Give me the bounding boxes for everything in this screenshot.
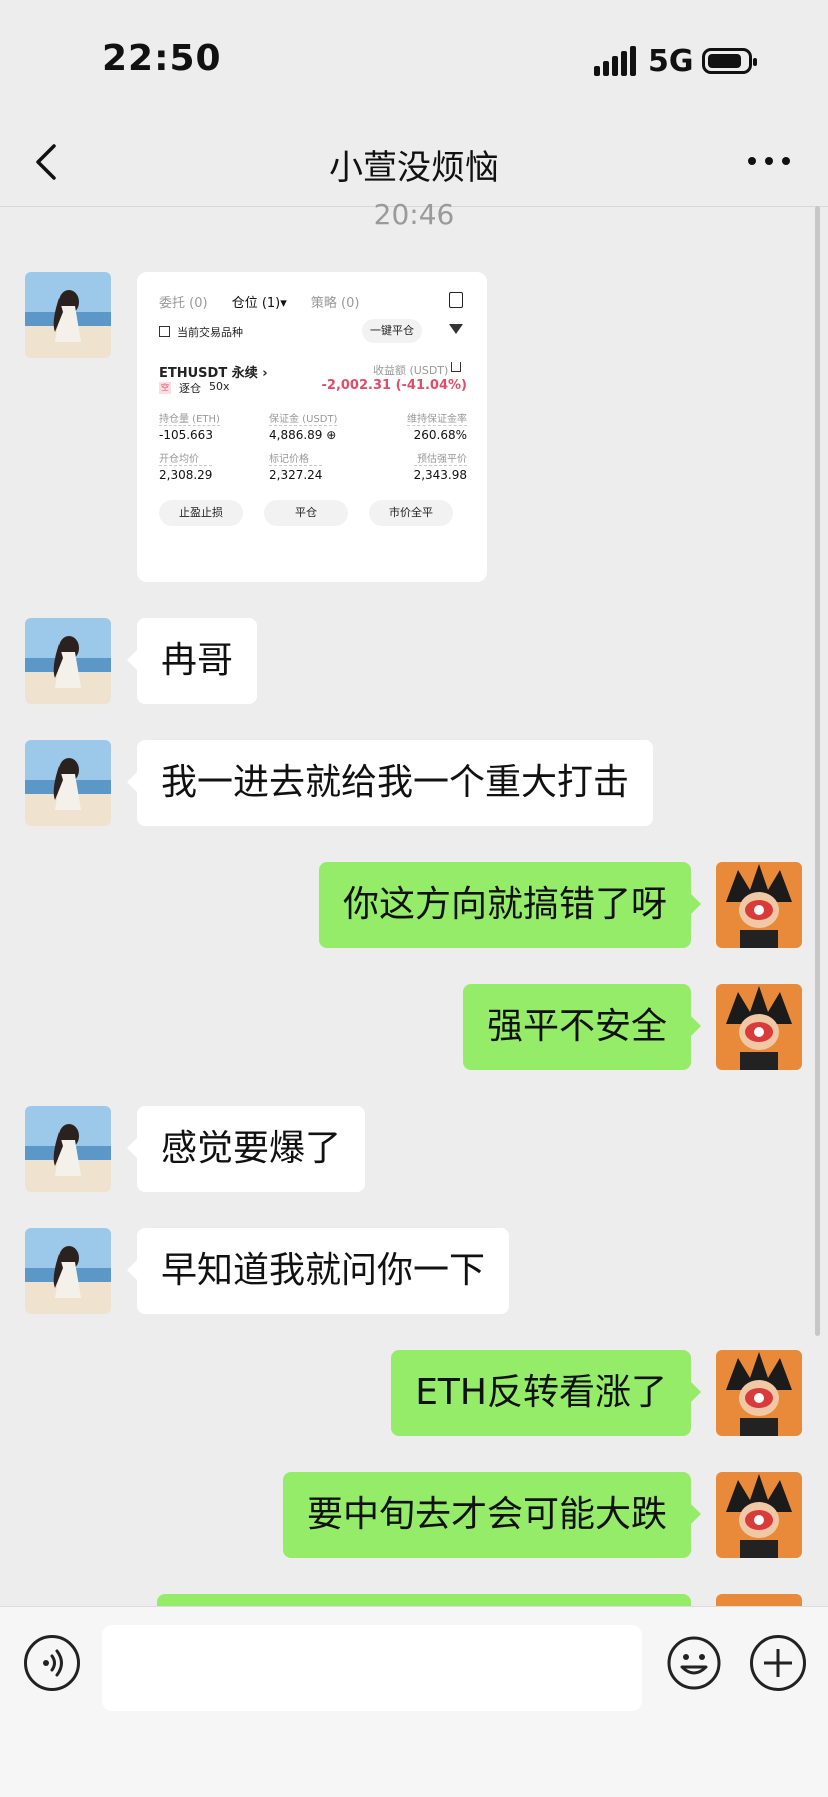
message-input[interactable] — [102, 1625, 642, 1711]
filter-icon — [449, 324, 463, 334]
message-bubble-sent[interactable]: 你这方向就搞错了呀 — [318, 862, 702, 948]
card-tab-strategy: 策略 (0) — [310, 296, 360, 311]
field-maintenance-rate: 维持保证金率 260.68% — [407, 410, 467, 442]
close-position-button: 平仓 — [264, 500, 348, 526]
voice-icon[interactable] — [24, 1635, 80, 1691]
my-avatar[interactable] — [716, 862, 802, 948]
scrollbar[interactable] — [815, 206, 820, 1336]
message-bubble-sent[interactable]: ETH反转看涨了 — [391, 1350, 701, 1436]
message-bubble-sent[interactable]: 要中旬去才会可能大跌 — [282, 1472, 702, 1558]
pnl-label: 收益额 (USDT) — [373, 364, 449, 377]
plus-icon[interactable] — [750, 1635, 806, 1691]
symbol-label: ETHUSDT 永续 › — [159, 366, 268, 381]
trade-screenshot-card[interactable]: 委托 (0) 仓位 (1)▾ 策略 (0) 当前交易品种 一键平仓 ETHUSD… — [137, 272, 487, 582]
battery-icon — [702, 48, 757, 74]
status-time: 22:50 — [102, 38, 222, 79]
card-tab-positions: 仓位 (1)▾ — [231, 296, 287, 311]
my-avatar[interactable] — [716, 1472, 802, 1558]
input-bar — [0, 1606, 828, 1797]
contact-avatar[interactable] — [25, 1106, 111, 1192]
pnl-value: -2,002.31 (-41.04%) — [321, 378, 468, 393]
field-liquidation-price: 预估强平价 2,343.98 — [413, 450, 467, 482]
document-icon — [449, 292, 463, 308]
my-avatar[interactable] — [716, 984, 802, 1070]
signal-icon — [594, 46, 638, 76]
message-timestamp: 20:46 — [373, 198, 455, 231]
checkbox-label: 当前交易品种 — [177, 326, 243, 339]
contact-avatar[interactable] — [25, 1228, 111, 1314]
card-tabs: 委托 (0) 仓位 (1)▾ 策略 (0) — [159, 292, 379, 311]
more-icon[interactable] — [748, 154, 792, 168]
field-entry-price: 开仓均价 2,308.29 — [159, 450, 213, 482]
tp-sl-button: 止盈止损 — [159, 500, 243, 526]
short-tag-icon: 空 — [159, 382, 171, 394]
leverage: 50x — [209, 380, 230, 393]
contact-avatar[interactable] — [25, 740, 111, 826]
message-bubble-received[interactable]: 早知道我就问你一下 — [126, 1228, 510, 1314]
field-margin: 保证金 (USDT) 4,886.89 ⊕ — [269, 410, 338, 442]
emoji-icon[interactable] — [666, 1635, 722, 1691]
message-bubble-received[interactable]: 感觉要爆了 — [126, 1106, 366, 1192]
status-bar: 22:50 5G — [0, 0, 828, 120]
close-all-button: 一键平仓 — [362, 319, 422, 343]
card-tab-orders: 委托 (0) — [159, 296, 208, 311]
margin-mode: 逐仓 — [179, 382, 201, 395]
field-mark-price: 标记价格 2,327.24 — [269, 450, 323, 482]
nav-bar: 小萱没烦恼 — [0, 120, 828, 207]
message-bubble-sent[interactable]: 强平不安全 — [462, 984, 702, 1070]
my-avatar[interactable] — [716, 1350, 802, 1436]
contact-avatar[interactable] — [25, 272, 111, 358]
chat-title: 小萱没烦恼 — [329, 148, 499, 188]
market-close-all-button: 市价全平 — [369, 500, 453, 526]
message-bubble-received[interactable]: 我一进去就给我一个重大打击 — [126, 740, 654, 826]
checkbox-icon — [159, 326, 170, 337]
field-position-size: 持仓量 (ETH) -105.663 — [159, 410, 220, 442]
share-icon — [451, 362, 461, 372]
network-label: 5G — [648, 44, 694, 79]
message-bubble-received[interactable]: 冉哥 — [126, 618, 258, 704]
contact-avatar[interactable] — [25, 618, 111, 704]
